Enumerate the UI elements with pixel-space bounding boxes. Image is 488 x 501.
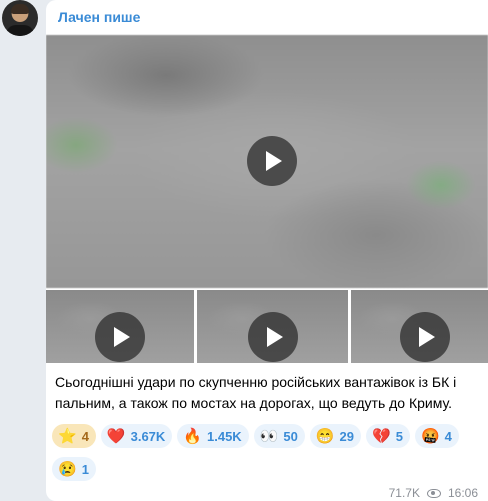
reaction-heart[interactable]: ❤️ 3.67K: [100, 424, 173, 448]
eye-icon: [426, 488, 441, 498]
author-name[interactable]: Лачен пише: [58, 9, 140, 25]
reactions-bar: ⭐ 4 ❤️ 3.67K 🔥 1.45K 👀 50 😁 29 💔 5 🤬 4 😢: [52, 424, 484, 481]
heart-icon: ❤️: [106, 427, 126, 445]
reaction-count: 4: [81, 428, 89, 444]
grin-icon: 😁: [315, 427, 335, 445]
reaction-sad[interactable]: 😢 1: [52, 457, 96, 481]
play-icon[interactable]: [95, 312, 145, 362]
reaction-count: 1: [81, 461, 89, 477]
play-icon[interactable]: [400, 312, 450, 362]
reaction-fire[interactable]: 🔥 1.45K: [177, 424, 249, 448]
video-thumb-2[interactable]: [197, 290, 348, 363]
reaction-count: 50: [283, 428, 298, 444]
play-icon[interactable]: [248, 312, 298, 362]
avatar-hair: [11, 4, 29, 14]
reaction-broken-heart[interactable]: 💔 5: [366, 424, 410, 448]
reaction-count: 4: [444, 428, 452, 444]
play-icon[interactable]: [247, 136, 297, 186]
reaction-count: 1.45K: [207, 428, 242, 444]
reaction-star[interactable]: ⭐ 4: [52, 424, 96, 448]
avatar-shirt: [6, 25, 34, 36]
eyes-icon: 👀: [259, 427, 279, 445]
reaction-count: 29: [339, 428, 355, 444]
reaction-count: 3.67K: [130, 428, 166, 444]
reaction-angry[interactable]: 🤬 4: [414, 424, 459, 448]
star-icon: ⭐: [58, 427, 77, 445]
message-time: 16:06: [447, 486, 478, 500]
video-thumb-1[interactable]: [46, 290, 194, 363]
view-count: 71.7K: [388, 486, 420, 500]
message-meta: 71.7K 16:06: [389, 486, 478, 500]
reaction-count: 5: [395, 428, 403, 444]
reaction-grin[interactable]: 😁 29: [309, 424, 362, 448]
message-text: Сьогоднішні удари по скупченню російськи…: [55, 374, 457, 411]
fire-icon: 🔥: [183, 427, 202, 445]
message-bubble: Лачен пише Сьогоднішні удари по скупченн…: [46, 0, 488, 501]
broken-heart-icon: 💔: [372, 427, 391, 445]
channel-avatar[interactable]: [2, 0, 38, 36]
sad-face-icon: 😢: [58, 460, 77, 478]
angry-face-icon: 🤬: [420, 427, 440, 445]
video-thumb-3[interactable]: [351, 290, 488, 363]
reaction-eyes[interactable]: 👀 50: [253, 424, 305, 448]
